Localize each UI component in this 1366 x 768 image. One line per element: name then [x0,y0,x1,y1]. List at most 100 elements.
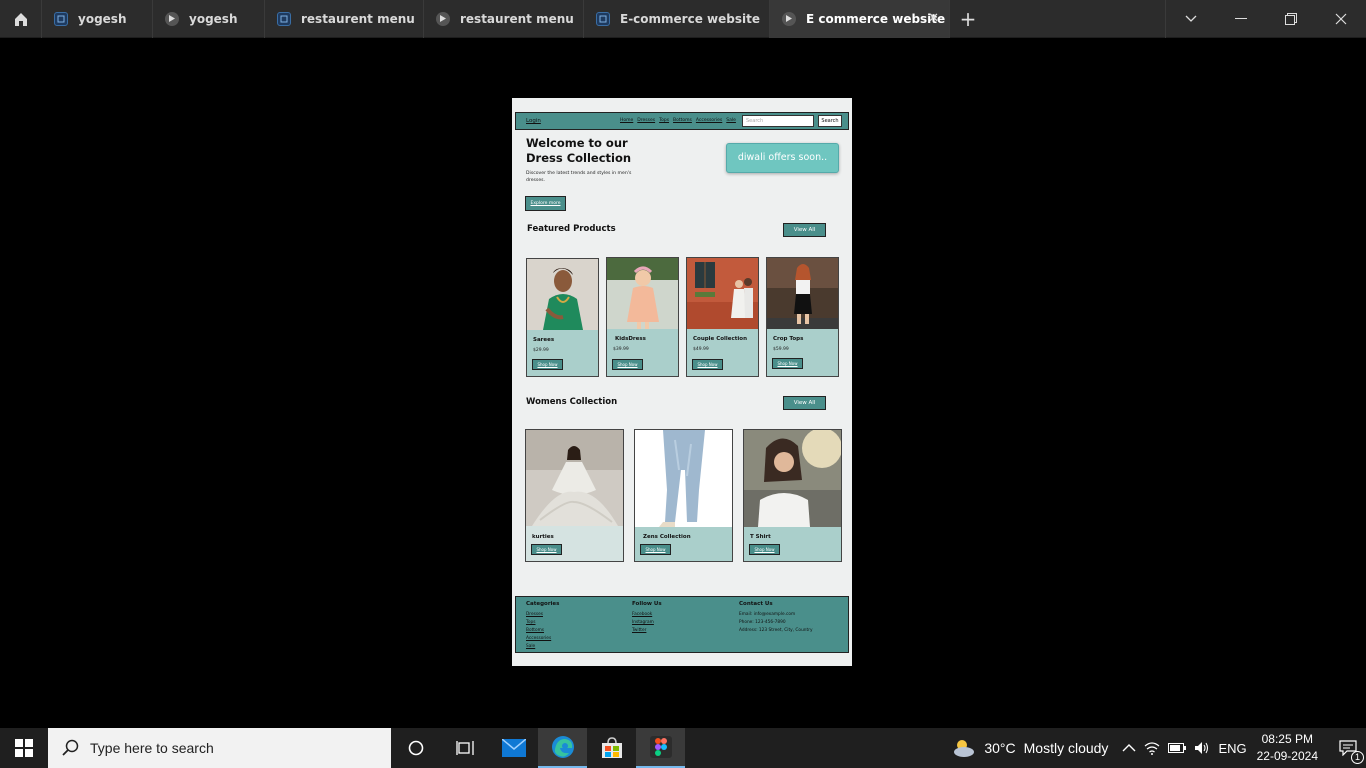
footer-social-link[interactable]: Facebook [632,611,662,619]
store-bag-icon [601,737,622,758]
new-tab-button[interactable]: + [950,0,986,38]
hero-subtitle: Discover the latest trends and styles in… [526,171,632,183]
window-controls [1165,0,1366,38]
footer-follow: Follow Us Facebook Instagram Twitter [632,601,662,635]
nav-link[interactable]: Sale [726,118,736,123]
wifi-icon[interactable] [1144,741,1160,755]
browser-tab[interactable]: yogesh [153,0,265,38]
product-price: $49.99 [693,347,709,352]
restore-button[interactable] [1266,0,1316,38]
footer-social-link[interactable]: Twitter [632,627,662,635]
womens-collection-title: Womens Collection [526,397,618,407]
restore-icon [1285,13,1297,25]
figma-file-icon [596,11,610,26]
footer-category-link[interactable]: Bottoms [526,627,559,635]
footer-category-link[interactable]: Accessories [526,635,559,643]
mail-icon [501,739,526,757]
cortana-button[interactable] [391,728,440,768]
footer-category-link[interactable]: Tops [526,619,559,627]
weather-temperature: 30°C [984,740,1016,756]
hero-title: Welcome to our Dress Collection [526,136,632,165]
shop-now-button[interactable]: Shop Now [692,359,723,370]
site-footer: Categories Dresses Tops Bottoms Accessories… [515,596,849,653]
product-name: Couple Collection [693,336,747,342]
close-window-button[interactable] [1316,0,1366,38]
taskbar-search-input[interactable]: Type here to search [48,728,391,768]
edge-app-button[interactable] [538,728,587,768]
search-button[interactable]: Search [818,115,842,127]
product-name: KidsDress [615,336,646,342]
mail-app-button[interactable] [489,728,538,768]
home-icon [14,12,27,26]
shop-now-button[interactable]: Shop Now [531,544,562,555]
browser-tab[interactable]: yogesh [42,0,153,38]
browser-tab[interactable]: E-commerce website [584,0,770,38]
browser-tab[interactable]: restaurent menu [265,0,424,38]
footer-social-link[interactable]: Instagram [632,619,662,627]
offer-banner: diwali offers soon.. [726,143,839,173]
footer-categories: Categories Dresses Tops Bottoms Accessories… [526,601,559,651]
zens-collection-image [635,430,732,527]
close-tab-button[interactable]: ✕ [928,11,939,26]
volume-icon[interactable] [1194,741,1210,755]
product-price: $39.99 [613,347,629,352]
product-card[interactable]: T Shirt Shop Now [743,429,842,562]
product-card[interactable]: KidsDress $39.99 Shop Now [606,257,679,377]
shop-now-button[interactable]: Shop Now [532,359,563,370]
browser-tab-label: restaurent menu [301,11,415,26]
taskbar-clock[interactable]: 08:25 PM 22-09-2024 [1257,731,1318,765]
product-card[interactable]: Crop Tops $59.99 Shop Now [766,257,839,377]
shop-now-button[interactable]: Shop Now [772,358,803,369]
action-center-button[interactable]: 1 [1330,728,1366,768]
prototype-play-icon [782,11,796,26]
shop-now-button[interactable]: Shop Now [640,544,671,555]
browser-tab[interactable]: E commerce website ✕ [770,0,950,38]
nav-link[interactable]: Dresses [637,118,655,123]
couple-collection-image [687,258,758,329]
tray-icons: ENG [1122,741,1247,756]
nav-links: Home Dresses Tops Bottoms Accessories Sale [620,118,736,123]
product-card[interactable]: Zens Collection Shop Now [634,429,733,562]
figma-file-icon [277,11,291,26]
chevron-up-icon[interactable] [1122,743,1136,753]
product-name: Sarees [533,337,555,343]
chevron-down-icon [1185,15,1197,22]
figma-icon [649,736,672,758]
prototype-frame: Login Home Dresses Tops Bottoms Accessories S… [512,98,852,666]
footer-category-link[interactable]: Sale [526,643,559,651]
nav-link[interactable]: Tops [659,118,669,123]
home-button[interactable] [0,0,42,38]
browser-tab-label: yogesh [189,11,238,26]
product-name: Crop Tops [773,336,804,342]
product-name: T Shirt [750,534,771,540]
browser-tab[interactable]: restaurent menu [424,0,584,38]
weather-widget[interactable]: 30°C Mostly cloudy [950,737,1108,759]
language-indicator[interactable]: ENG [1218,741,1246,756]
store-app-button[interactable] [587,728,636,768]
sarees-image [527,259,598,330]
product-card[interactable]: Sarees $29.99 Shop Now [526,258,599,377]
womens-view-all-button[interactable]: View All [783,396,826,410]
shop-now-button[interactable]: Shop Now [749,544,780,555]
product-card[interactable]: Couple Collection $49.99 Shop Now [686,257,759,377]
figma-app-button[interactable] [636,728,685,768]
nav-link[interactable]: Bottoms [673,118,692,123]
taskbar-search-placeholder: Type here to search [90,740,214,756]
product-price: $59.99 [773,347,789,352]
featured-products-title: Featured Products [527,224,616,234]
tab-list-dropdown-button[interactable] [1166,0,1216,38]
search-input[interactable]: Search [742,115,814,127]
windows-taskbar: Type here to search 30°C Mostly cloudy E… [0,728,1366,768]
login-link[interactable]: Login [526,118,541,124]
footer-category-link[interactable]: Dresses [526,611,559,619]
start-button[interactable] [0,728,48,768]
nav-link[interactable]: Accessories [696,118,722,123]
task-view-button[interactable] [440,728,489,768]
minimize-button[interactable] [1216,0,1266,38]
battery-icon[interactable] [1168,743,1187,753]
nav-link[interactable]: Home [620,118,633,123]
product-card[interactable]: kurties Shop Now [525,429,624,562]
explore-more-button[interactable]: Explore more [525,196,566,211]
featured-view-all-button[interactable]: View All [783,223,826,237]
shop-now-button[interactable]: Shop Now [612,359,643,370]
